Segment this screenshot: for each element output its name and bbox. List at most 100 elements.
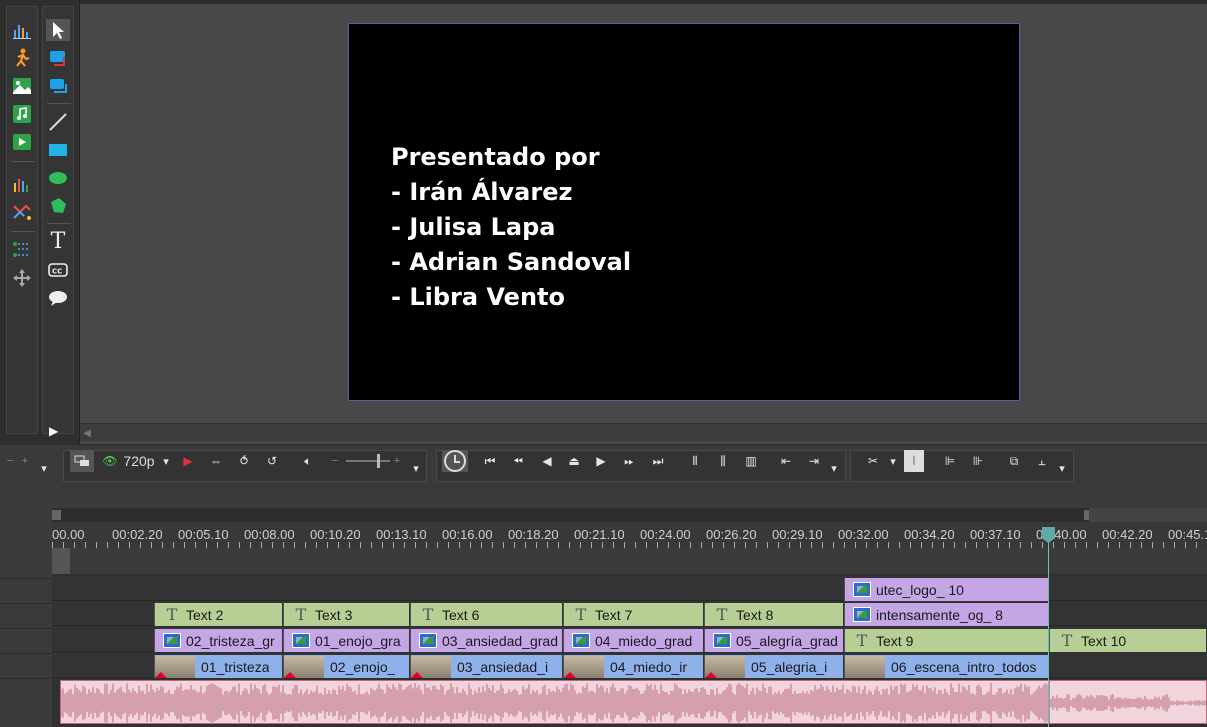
music-icon[interactable]: [10, 103, 34, 125]
plus-icon[interactable]: +: [18, 450, 32, 472]
text-clip[interactable]: T Text 8: [704, 603, 844, 626]
clip-label: Text 10: [1081, 632, 1127, 649]
closed-caption-icon[interactable]: CC: [46, 259, 70, 281]
line-icon[interactable]: [46, 111, 70, 133]
image-clip[interactable]: utec_logo_ 10: [844, 578, 1049, 601]
expand-arrow-icon[interactable]: ▶: [49, 424, 58, 438]
ungroup-icon[interactable]: ⫠: [1032, 450, 1052, 472]
text-clip[interactable]: T Text 6: [410, 603, 563, 626]
image-clip[interactable]: 01_enojo_gra: [283, 629, 410, 652]
fit-width-icon[interactable]: ⇔: [206, 450, 226, 472]
motion-path-icon[interactable]: [10, 239, 34, 261]
transition-rect-icon[interactable]: [46, 47, 70, 69]
video-clip[interactable]: 01_tristeza: [154, 655, 283, 678]
go-to-start-icon[interactable]: ⏮︎: [480, 450, 500, 472]
trim-icon[interactable]: ⫼: [712, 450, 734, 472]
split-icon[interactable]: ⫴: [684, 450, 706, 472]
volume-plus-icon[interactable]: +: [392, 450, 402, 472]
go-to-end-icon[interactable]: ⏭︎: [648, 450, 668, 472]
scroll-left-icon[interactable]: ◀: [80, 424, 94, 442]
image-clip[interactable]: 05_alegría_grad: [704, 629, 844, 652]
loop-icon[interactable]: ⥀: [234, 450, 254, 472]
character-icon[interactable]: [10, 47, 34, 69]
minus-icon[interactable]: −: [4, 450, 16, 472]
text-tool-icon[interactable]: T: [46, 231, 70, 253]
ruler-label: 00:21.10: [574, 527, 625, 542]
image-clip[interactable]: 02_tristeza_gr: [154, 629, 283, 652]
text-clip[interactable]: T Text 3: [283, 603, 410, 626]
video-clip[interactable]: 05_alegria_i: [704, 655, 844, 678]
split-clip-icon[interactable]: ⦚: [904, 450, 924, 472]
image-clip-icon: [713, 633, 731, 648]
video-clip[interactable]: 04_miedo_ir: [563, 655, 704, 678]
preview-scrollbar[interactable]: ◀: [80, 423, 1207, 441]
preview-mode-icon[interactable]: [70, 450, 94, 472]
eye-icon[interactable]: 👁︎: [102, 450, 118, 472]
image-clip[interactable]: 03_ansiedad_grad: [410, 629, 563, 652]
chart-icon[interactable]: [10, 19, 34, 41]
resolution-select[interactable]: 720p: [120, 450, 158, 472]
rewind-icon[interactable]: ⏪︎: [508, 450, 528, 472]
volume-minus-icon[interactable]: −: [330, 450, 340, 472]
play-icon[interactable]: ▶: [592, 450, 610, 472]
preview-canvas[interactable]: Presentado por - Irán Álvarez - Julisa L…: [348, 23, 1020, 401]
ruler-label: 00:26.20: [706, 527, 757, 542]
ellipse-icon[interactable]: [46, 167, 70, 189]
text-clip-icon: T: [856, 631, 868, 650]
mark-out-icon[interactable]: ⇥: [804, 450, 824, 472]
ruler-scroll-strip[interactable]: [52, 508, 1207, 522]
clock-icon[interactable]: [442, 450, 468, 472]
align-right-icon[interactable]: ⊪: [968, 450, 988, 472]
video-clip[interactable]: 02_enojo_: [283, 655, 410, 678]
playhead[interactable]: [1048, 528, 1049, 727]
image-clip-icon: [853, 582, 871, 597]
volume-slider-knob[interactable]: [377, 454, 380, 468]
volume-icon[interactable]: 🔈︎: [298, 450, 318, 472]
group-icon[interactable]: ⧉: [1004, 450, 1024, 472]
preview-text-block[interactable]: Presentado por - Irán Álvarez - Julisa L…: [391, 140, 631, 315]
dropdown-arrow-icon[interactable]: ▾: [38, 457, 50, 479]
speech-bubble-icon[interactable]: [46, 287, 70, 309]
video-clip[interactable]: 03_ansiedad_i: [410, 655, 563, 678]
ruler-label: 00:45.10: [1168, 527, 1207, 542]
record-flag-icon[interactable]: ▶: [180, 450, 196, 472]
layers-icon[interactable]: [46, 75, 70, 97]
fade-icon[interactable]: ▥: [740, 450, 762, 472]
pointer-icon[interactable]: [46, 19, 70, 41]
rectangle-icon[interactable]: [46, 139, 70, 161]
align-left-icon[interactable]: ⊫: [940, 450, 960, 472]
image-clip[interactable]: intensamente_og_ 8: [844, 603, 1049, 626]
text-clip[interactable]: T Text 2: [154, 603, 283, 626]
image-clip[interactable]: 04_miedo_grad: [563, 629, 704, 652]
scissors-icon[interactable]: ✂: [860, 450, 886, 472]
chevron-down-icon[interactable]: ▾: [160, 450, 172, 472]
video-icon[interactable]: [10, 131, 34, 153]
chevron-down-icon[interactable]: ▾: [888, 450, 898, 472]
equalizer-icon[interactable]: [10, 173, 34, 195]
move-icon[interactable]: [10, 267, 34, 289]
step-back-icon[interactable]: ◀: [538, 450, 556, 472]
ruler-label: 00:13.10: [376, 527, 427, 542]
timeline-toolbar: − + ▾ 👁︎ 720p ▾ ▶ ⇔ ⥀ ↺ 🔈︎ − + ▾ ⏮︎ ⏪︎ ◀…: [0, 444, 1207, 488]
fast-forward-icon[interactable]: ⏩︎: [618, 450, 640, 472]
audio-waveform-clip[interactable]: [60, 680, 1207, 724]
dropdown-arrow-icon[interactable]: ▾: [1056, 457, 1068, 479]
polygon-icon[interactable]: [46, 195, 70, 217]
video-clip[interactable]: 06_escena_intro_todos: [844, 655, 1049, 678]
clip-label: 02_tristeza_gr: [186, 632, 275, 649]
top-strip: [80, 0, 1207, 4]
effects-icon[interactable]: [10, 201, 34, 223]
time-ruler[interactable]: 00.00 00:02.20 00:05.10 00:08.00 00:10.20 00:…: [52, 508, 1207, 548]
volume-slider[interactable]: [346, 460, 390, 462]
text-clip-icon: T: [295, 605, 307, 624]
dropdown-arrow-icon[interactable]: ▾: [410, 457, 422, 479]
text-clip[interactable]: T Text 10: [1049, 629, 1207, 652]
clip-label: 02_enojo_: [330, 658, 396, 675]
image-icon[interactable]: [10, 75, 34, 97]
stop-icon[interactable]: ⏏︎: [564, 450, 584, 472]
dropdown-arrow-icon[interactable]: ▾: [828, 457, 840, 479]
undo-icon[interactable]: ↺: [262, 450, 282, 472]
text-clip[interactable]: T Text 7: [563, 603, 704, 626]
text-clip[interactable]: T Text 9: [844, 629, 1049, 652]
mark-in-icon[interactable]: ⇤: [776, 450, 796, 472]
